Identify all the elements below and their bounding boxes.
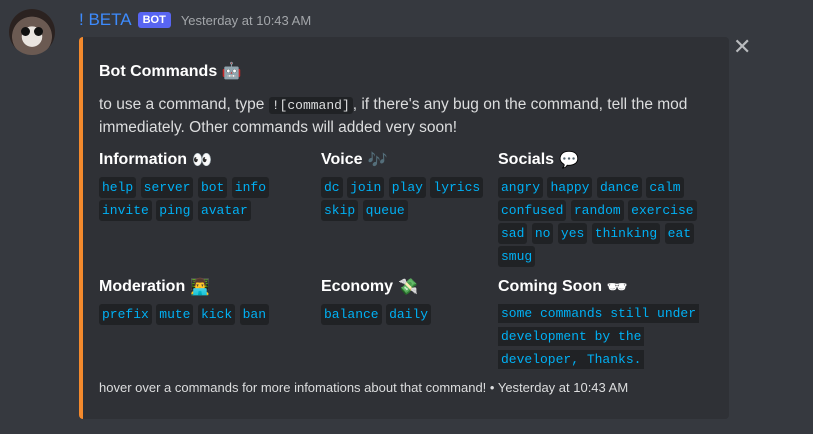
field-economy: Economy 💸 balance daily <box>321 276 493 325</box>
command-chip[interactable]: bot <box>197 177 228 198</box>
command-chip[interactable]: balance <box>321 304 382 325</box>
command-chip[interactable]: play <box>388 177 426 198</box>
command-chip[interactable]: yes <box>557 223 588 244</box>
avatar-eye-left <box>21 27 30 36</box>
command-chip[interactable]: random <box>570 200 624 221</box>
command-chip[interactable]: dc <box>321 177 343 198</box>
command-chip[interactable]: daily <box>386 304 432 325</box>
desc-command-code: ![command] <box>268 97 353 114</box>
technologist-icon: 👨‍💻 <box>190 279 211 296</box>
command-chip[interactable]: ban <box>239 304 270 325</box>
bot-tag: BOT <box>137 12 171 28</box>
embed-card: Bot Commands 🤖 to use a command, type ![… <box>79 37 729 419</box>
command-chip[interactable]: invite <box>99 200 152 221</box>
command-chip[interactable]: kick <box>197 304 236 325</box>
coming-soon-line: some commands still under <box>498 304 700 323</box>
message-header: ! BETA BOT Yesterday at 10:43 AM <box>79 10 311 30</box>
message-timestamp[interactable]: Yesterday at 10:43 AM <box>181 13 311 28</box>
command-chip[interactable]: skip <box>321 200 359 221</box>
field-name-text: Economy <box>321 278 394 295</box>
field-name: Moderation 👨‍💻 <box>99 276 309 298</box>
field-name: Information 👀 <box>99 149 309 171</box>
field-name-text: Information <box>99 151 187 168</box>
command-chip[interactable]: angry <box>498 177 544 198</box>
robot-icon: 🤖 <box>221 63 242 80</box>
field-chips: prefix mute kick ban <box>99 302 309 325</box>
command-chip[interactable]: lyrics <box>430 177 484 198</box>
command-chip[interactable]: calm <box>646 177 684 198</box>
command-chip[interactable]: server <box>140 177 194 198</box>
command-chip[interactable]: thinking <box>591 223 661 244</box>
sunglasses-icon: 🕶 <box>606 279 628 296</box>
field-chips: dc join play lyrics skip queue <box>321 175 493 221</box>
speech-bubble-icon: 💬 <box>559 152 579 169</box>
command-chip[interactable]: help <box>99 177 137 198</box>
command-chip[interactable]: smug <box>498 246 536 267</box>
eyes-icon: 👀 <box>192 152 212 169</box>
command-chip[interactable]: queue <box>362 200 408 221</box>
field-name: Socials 💬 <box>498 149 713 171</box>
coming-soon-code: some commands still under development by… <box>498 302 718 371</box>
coming-soon-line: developer, Thanks. <box>498 350 645 369</box>
bot-avatar[interactable] <box>9 9 55 55</box>
command-chip[interactable]: confused <box>498 200 567 221</box>
command-chip[interactable]: avatar <box>197 200 251 221</box>
username[interactable]: ! BETA <box>79 10 132 30</box>
embed-description: to use a command, type ![command], if th… <box>99 94 699 139</box>
command-chip[interactable]: happy <box>547 177 593 198</box>
command-chip[interactable]: no <box>531 223 554 244</box>
close-icon[interactable]: ✕ <box>733 36 751 58</box>
field-chips: balance daily <box>321 302 493 325</box>
field-information: Information 👀 help server bot info invit… <box>99 149 309 221</box>
embed-footer: hover over a commands for more infomatio… <box>99 380 629 395</box>
field-name-text: Voice <box>321 151 363 168</box>
embed-title-text: Bot Commands <box>99 63 218 80</box>
command-chip[interactable]: dance <box>596 177 642 198</box>
field-name-text: Moderation <box>99 278 186 295</box>
field-socials: Socials 💬 angry happy dance calm confuse… <box>498 149 713 267</box>
money-wings-icon: 💸 <box>398 279 418 296</box>
command-chip[interactable]: sad <box>498 223 528 244</box>
field-name: Economy 💸 <box>321 276 493 298</box>
field-voice: Voice 🎶 dc join play lyrics skip queue <box>321 149 493 221</box>
field-chips: angry happy dance calm confused random e… <box>498 175 713 267</box>
field-moderation: Moderation 👨‍💻 prefix mute kick ban <box>99 276 309 325</box>
field-name-text: Socials <box>498 151 555 168</box>
desc-before: to use a command, type <box>99 96 269 113</box>
field-coming-soon: Coming Soon 🕶 some commands still under … <box>498 276 723 371</box>
avatar-eye-right <box>34 27 43 36</box>
command-chip[interactable]: ping <box>156 200 194 221</box>
command-chip[interactable]: exercise <box>628 200 697 221</box>
music-notes-icon: 🎶 <box>367 152 388 169</box>
command-chip[interactable]: info <box>231 177 270 198</box>
field-name: Coming Soon 🕶 <box>498 276 723 298</box>
field-name-text: Coming Soon <box>498 278 602 295</box>
command-chip[interactable]: eat <box>664 223 695 244</box>
command-chip[interactable]: join <box>347 177 385 198</box>
embed-title: Bot Commands 🤖 <box>99 61 242 81</box>
coming-soon-line: development by the <box>498 327 645 346</box>
field-chips: help server bot info invite ping avatar <box>99 175 309 221</box>
command-chip[interactable]: mute <box>156 304 194 325</box>
field-name: Voice 🎶 <box>321 149 493 171</box>
command-chip[interactable]: prefix <box>99 304 152 325</box>
